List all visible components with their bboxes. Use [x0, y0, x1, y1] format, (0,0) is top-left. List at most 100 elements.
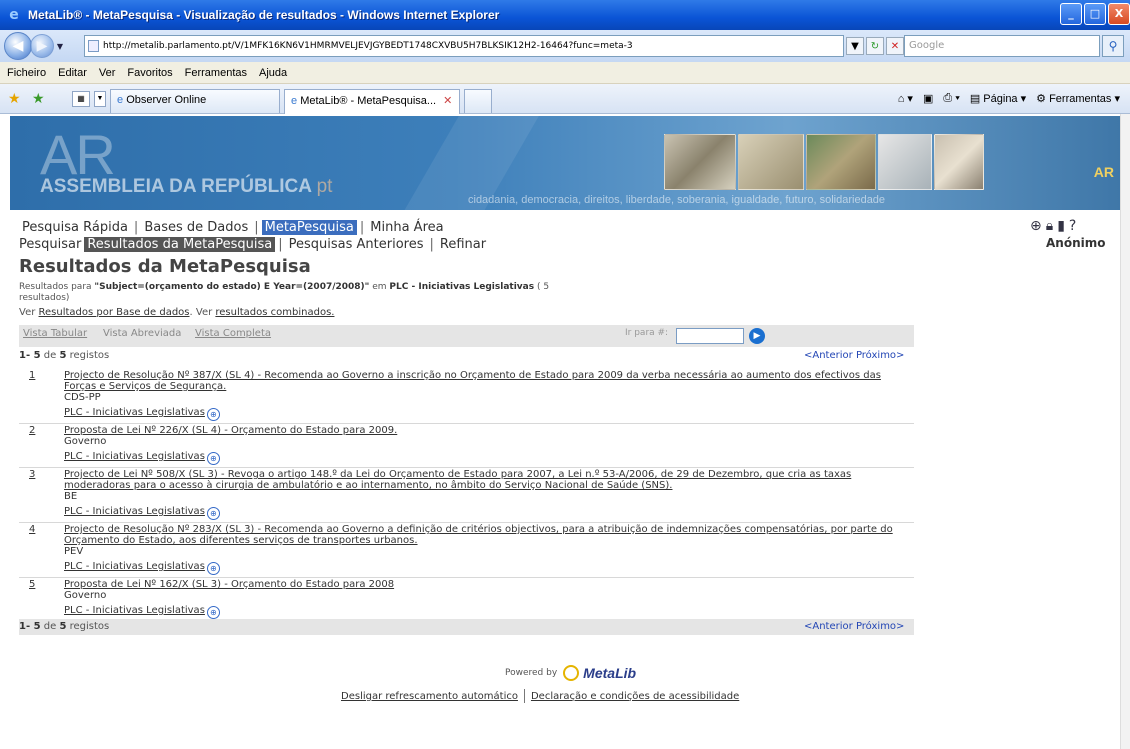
- ie-icon: e: [9, 7, 19, 23]
- result-number[interactable]: 4: [29, 524, 35, 535]
- next-link[interactable]: Próximo>: [856, 350, 905, 361]
- basket-icon[interactable]: ⊕: [206, 562, 220, 575]
- results-list: 1 Projecto de Resolução Nº 387/X (SL 4) …: [19, 369, 914, 621]
- url-text: http://metalib.parlamento.pt/V/1MFK16KN6…: [103, 41, 633, 51]
- prev-link[interactable]: <Anterior: [804, 621, 853, 632]
- url-dropdown-icon[interactable]: ▼: [846, 37, 864, 55]
- metalib-logo-icon: [563, 665, 580, 681]
- tools-menu[interactable]: ⚙ Ferramentas ▾: [1036, 92, 1120, 105]
- subnav-resultados[interactable]: Resultados da MetaPesquisa: [84, 237, 276, 252]
- combined-results-link[interactable]: resultados combinados.: [215, 307, 334, 318]
- history-dropdown-icon[interactable]: ▼: [54, 42, 66, 51]
- tab-observer-online[interactable]: e Observer Online: [110, 89, 280, 113]
- search-icon[interactable]: ⚲: [1102, 35, 1124, 57]
- result-title-link[interactable]: Proposta de Lei Nº 162/X (SL 3) - Orçame…: [64, 579, 914, 590]
- result-db-link[interactable]: PLC - Iniciativas Legislativas: [64, 451, 205, 462]
- goto-label: Ir para #:: [625, 328, 669, 338]
- result-title-link[interactable]: Proposta de Lei Nº 226/X (SL 4) - Orçame…: [64, 425, 914, 436]
- footer: Desligar refrescamento automático Declar…: [341, 689, 739, 703]
- slogan: cidadania, democracia, direitos, liberda…: [468, 194, 886, 206]
- result-db-link[interactable]: PLC - Iniciativas Legislativas: [64, 561, 205, 572]
- new-tab-button[interactable]: [464, 89, 492, 113]
- subnav-pesquisas-anteriores[interactable]: Pesquisas Anteriores: [286, 237, 427, 252]
- basket-icon[interactable]: ⊕: [206, 507, 220, 520]
- result-number[interactable]: 5: [29, 579, 35, 590]
- view-tabular-link[interactable]: Vista Tabular: [23, 328, 87, 339]
- page-menu[interactable]: ▤ Página ▾: [970, 92, 1026, 105]
- menu-ajuda[interactable]: Ajuda: [254, 67, 292, 79]
- result-number[interactable]: 2: [29, 425, 35, 436]
- browser-window: e MetaLib® - MetaPesquisa - Visualização…: [0, 0, 1130, 749]
- close-tab-icon[interactable]: ✕: [443, 95, 452, 107]
- favorites-star-icon[interactable]: ★: [8, 90, 21, 107]
- result-author: CDS-PP: [64, 392, 101, 403]
- nav-minha-area[interactable]: Minha Área: [367, 220, 446, 235]
- url-input[interactable]: http://metalib.parlamento.pt/V/1MFK16KN6…: [84, 35, 844, 57]
- quick-tabs-icon[interactable]: ▦: [72, 91, 90, 107]
- result-row: 4 Projecto de Resolução Nº 283/X (SL 3) …: [19, 523, 914, 578]
- pager-bottom: <Anterior Próximo>: [804, 621, 904, 632]
- main-nav: Pesquisa Rápida | Bases de Dados | MetaPesqu…: [19, 220, 447, 235]
- globe-icon[interactable]: ⊕: [1030, 218, 1046, 234]
- prev-link[interactable]: <Anterior: [804, 350, 853, 361]
- address-toolbar: ◀ ▶ ▼ http://metalib.parlamento.pt/V/1MF…: [0, 30, 1130, 62]
- menu-favoritos[interactable]: Favoritos: [122, 67, 177, 79]
- result-author: PEV: [64, 546, 84, 557]
- back-button[interactable]: ◀: [4, 32, 32, 60]
- result-title-link[interactable]: Projecto de Resolução Nº 387/X (SL 4) - …: [64, 370, 914, 392]
- web-page: AR ASSEMBLEIA DA REPÚBLICA pt cidadania,…: [0, 114, 1120, 749]
- menu-editar[interactable]: Editar: [53, 67, 92, 79]
- feeds-icon[interactable]: ▣: [923, 92, 933, 105]
- result-number[interactable]: 1: [29, 370, 35, 381]
- menu-bar: Ficheiro Editar Ver Favoritos Ferramenta…: [0, 62, 1130, 84]
- bookmark-icon[interactable]: ▮: [1057, 218, 1069, 234]
- tab-label: MetaLib® - MetaPesquisa...: [300, 95, 437, 107]
- goto-button[interactable]: ▶: [749, 328, 765, 344]
- next-link[interactable]: Próximo>: [856, 621, 905, 632]
- result-number[interactable]: 3: [29, 469, 35, 480]
- page-icon: [88, 40, 99, 52]
- user-tools: ⊕🔒︎▮?: [1030, 218, 1080, 234]
- close-button[interactable]: X: [1108, 3, 1130, 25]
- result-title-link[interactable]: Projecto de Lei Nº 508/X (SL 3) - Revoga…: [64, 469, 914, 491]
- result-db-link[interactable]: PLC - Iniciativas Legislativas: [64, 407, 205, 418]
- vertical-scrollbar[interactable]: [1120, 114, 1130, 749]
- basket-icon[interactable]: ⊕: [206, 606, 220, 619]
- goto-input[interactable]: [676, 328, 744, 344]
- lock-icon[interactable]: 🔒︎: [1046, 218, 1057, 234]
- view-abreviada-link[interactable]: Vista Abreviada: [103, 328, 181, 339]
- add-favorites-icon[interactable]: ★: [32, 90, 45, 107]
- result-author: BE: [64, 491, 78, 502]
- tab-metalib[interactable]: e MetaLib® - MetaPesquisa... ✕: [284, 89, 460, 114]
- home-icon[interactable]: ⌂ ▾: [898, 92, 913, 105]
- tab-list-icon[interactable]: ▼: [94, 91, 106, 107]
- forward-button[interactable]: ▶: [30, 34, 54, 58]
- view-completa-link[interactable]: Vista Completa: [195, 328, 271, 339]
- result-title-link[interactable]: Projecto de Resolução Nº 283/X (SL 3) - …: [64, 524, 914, 546]
- result-db-link[interactable]: PLC - Iniciativas Legislativas: [64, 506, 205, 517]
- nav-bases-de-dados[interactable]: Bases de Dados: [141, 220, 251, 235]
- view-by-line: Ver Resultados por Base de dados. Ver re…: [19, 307, 335, 318]
- results-by-db-link[interactable]: Resultados por Base de dados: [39, 307, 190, 318]
- subnav-refinar[interactable]: Refinar: [437, 237, 489, 252]
- help-icon[interactable]: ?: [1069, 218, 1080, 234]
- print-icon[interactable]: ⎙ ▾: [943, 92, 959, 105]
- maximize-button[interactable]: □: [1084, 3, 1106, 25]
- basket-icon[interactable]: ⊕: [206, 452, 220, 465]
- minimize-button[interactable]: _: [1060, 3, 1082, 25]
- result-db-link[interactable]: PLC - Iniciativas Legislativas: [64, 605, 205, 616]
- menu-ferramentas[interactable]: Ferramentas: [180, 67, 252, 79]
- nav-metapesquisa[interactable]: MetaPesquisa: [261, 220, 357, 235]
- subnav-pesquisar[interactable]: Pesquisar: [19, 237, 84, 252]
- search-input[interactable]: Google: [904, 35, 1100, 57]
- refresh-icon[interactable]: ↻: [866, 37, 884, 55]
- disable-refresh-link[interactable]: Desligar refrescamento automático: [341, 691, 518, 702]
- menu-ver[interactable]: Ver: [94, 67, 121, 79]
- stop-icon[interactable]: ✕: [886, 37, 904, 55]
- nav-pesquisa-rapida[interactable]: Pesquisa Rápida: [19, 220, 131, 235]
- bottom-bar: [19, 619, 914, 635]
- basket-icon[interactable]: ⊕: [206, 408, 220, 421]
- menu-ficheiro[interactable]: Ficheiro: [2, 67, 51, 79]
- banner-photo: [878, 134, 932, 190]
- accessibility-link[interactable]: Declaração e condições de acessibilidade: [531, 691, 739, 702]
